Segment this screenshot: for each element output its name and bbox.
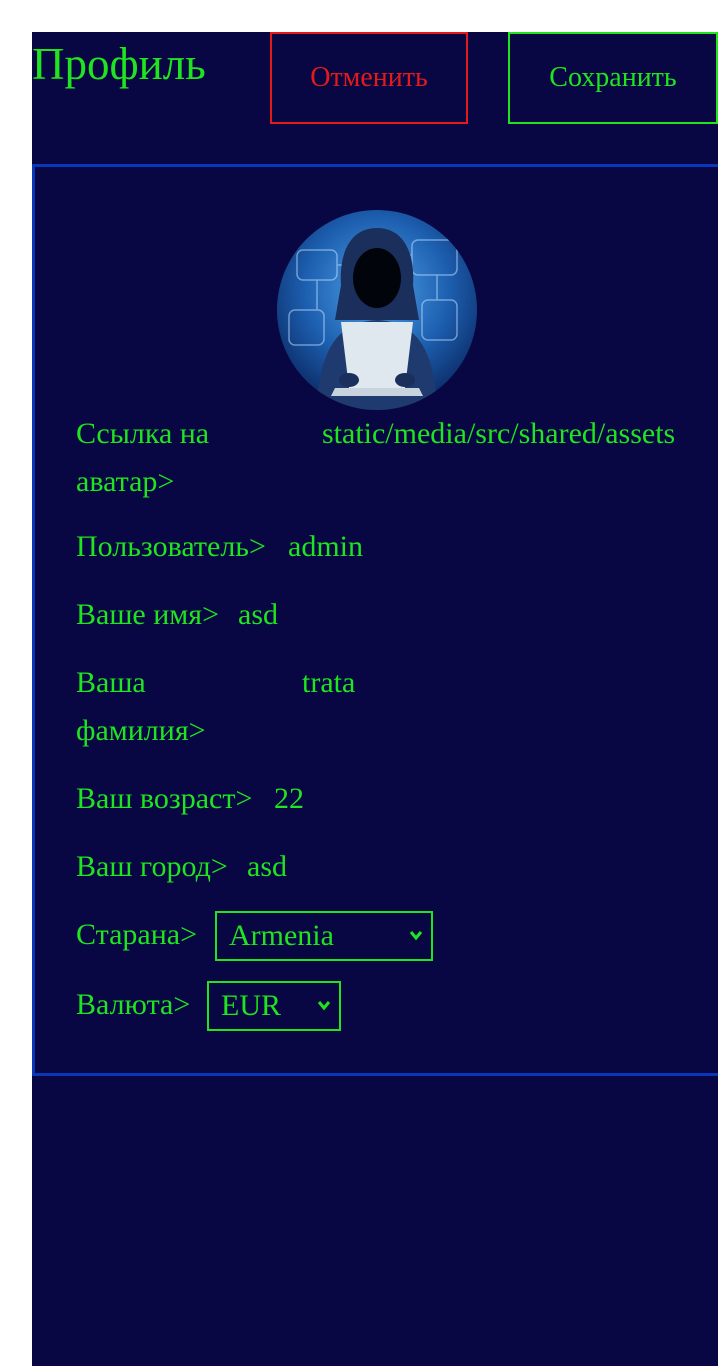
- country-select[interactable]: Armenia: [215, 911, 433, 961]
- country-selected-value: Armenia: [229, 919, 334, 952]
- username-row: Пользователь> admin: [76, 523, 676, 571]
- avatar-link-label: Ссылка на аватар>: [76, 417, 210, 498]
- city-label: Ваш город>: [76, 850, 228, 883]
- currency-row: Валюта> EUR: [76, 981, 676, 1031]
- age-row: Ваш возраст> 22: [76, 775, 676, 823]
- avatar-link-row: Ссылка на аватар> static/media/src/share…: [76, 410, 676, 506]
- profile-card: Ссылка на аватар> static/media/src/share…: [32, 164, 718, 1076]
- city-row: Ваш город> asd: [76, 843, 676, 891]
- last-name-row: Ваша фамилия> trata: [76, 659, 676, 755]
- first-name-label: Ваше имя>: [76, 598, 219, 631]
- age-label: Ваш возраст>: [76, 782, 253, 815]
- first-name-value[interactable]: asd: [238, 591, 278, 639]
- profile-page: Профиль Отменить Сохранить Ссылка на ава…: [32, 32, 718, 1366]
- age-value[interactable]: 22: [274, 775, 304, 823]
- username-value: admin: [288, 530, 363, 563]
- avatar-link-value[interactable]: static/media/src/shared/assets: [322, 410, 674, 458]
- cancel-button[interactable]: Отменить: [270, 32, 468, 124]
- first-name-row: Ваше имя> asd: [76, 591, 676, 639]
- city-value[interactable]: asd: [247, 843, 287, 891]
- chevron-down-icon: [409, 931, 423, 941]
- username-label: Пользователь>: [76, 530, 266, 563]
- save-button[interactable]: Сохранить: [508, 32, 718, 124]
- country-label: Старана>: [76, 918, 198, 951]
- page-title: Профиль: [32, 39, 206, 89]
- currency-select[interactable]: EUR: [207, 981, 341, 1031]
- last-name-value[interactable]: trata: [302, 659, 355, 707]
- chevron-down-icon: [317, 1001, 331, 1011]
- avatar: [277, 210, 477, 410]
- avatar-image: [277, 210, 477, 410]
- country-row: Старана> Armenia: [76, 911, 676, 961]
- last-name-label: Ваша фамилия>: [76, 666, 206, 747]
- currency-label: Валюта>: [76, 988, 191, 1021]
- page-header: Профиль Отменить Сохранить: [32, 32, 718, 124]
- currency-selected-value: EUR: [221, 989, 281, 1022]
